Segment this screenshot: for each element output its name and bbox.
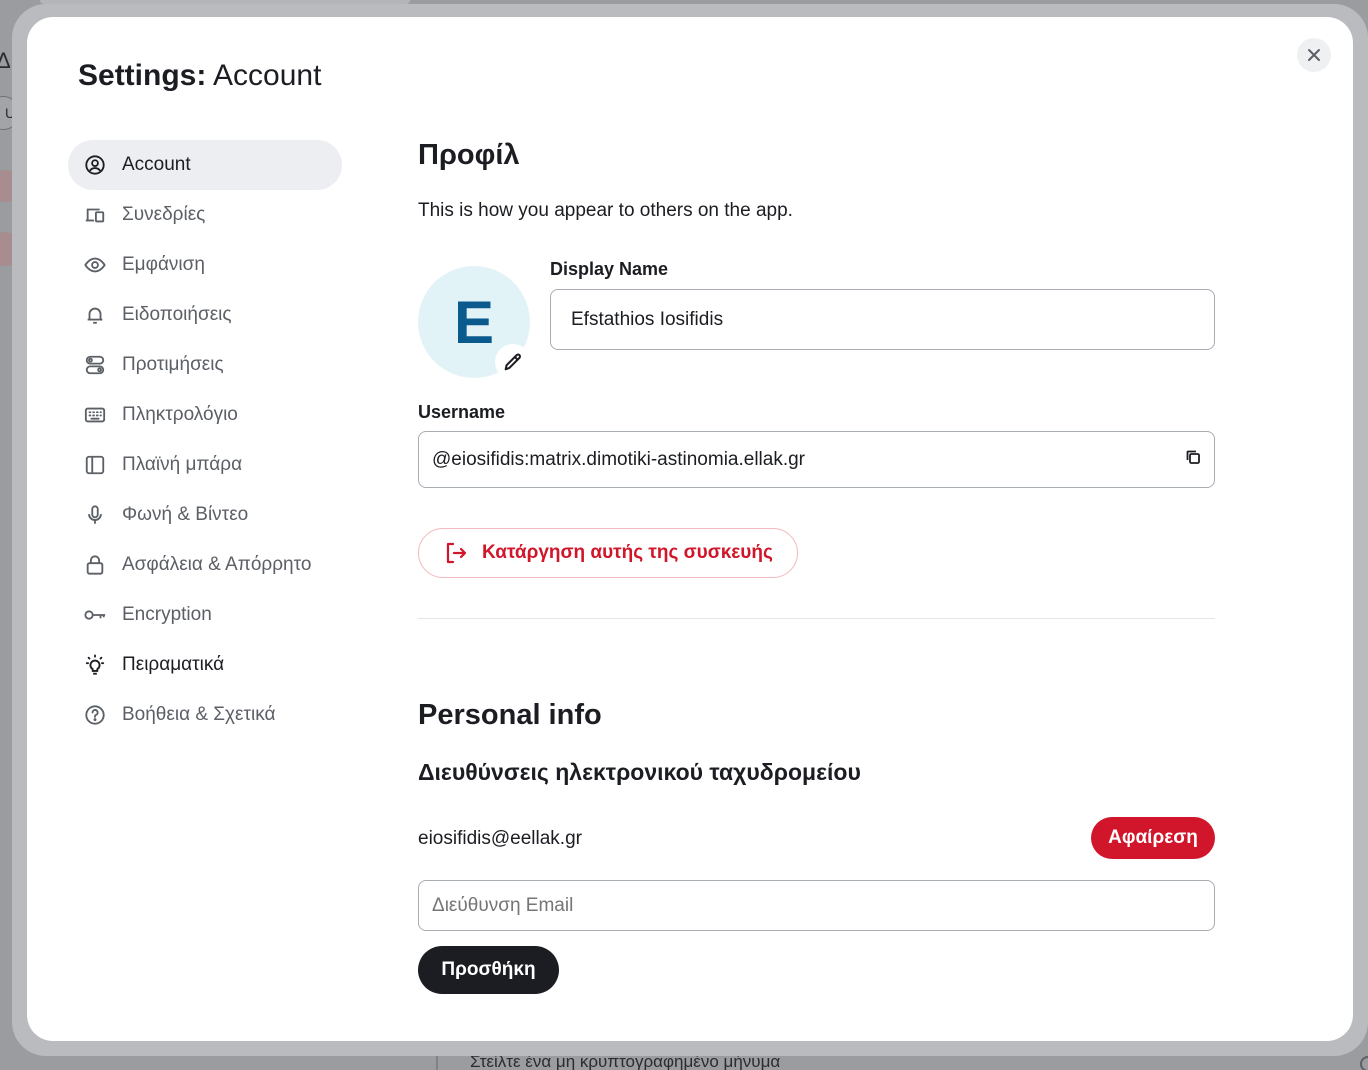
devices-icon xyxy=(83,203,107,227)
username-label: Username xyxy=(418,402,506,422)
sign-out-device-button[interactable]: Κατάργηση αυτής της συσκευής xyxy=(418,528,798,578)
lock-icon xyxy=(83,553,107,577)
sidebar-item-appearance[interactable]: Εμφάνιση xyxy=(68,240,342,290)
sidebar-item-sidebar[interactable]: Πλαϊνή μπάρα xyxy=(68,440,342,490)
sign-out-label: Κατάργηση αυτής της συσκευής xyxy=(482,542,773,563)
sidebar-item-preferences[interactable]: Προτιμήσεις xyxy=(68,340,342,390)
user-circle-icon xyxy=(83,153,107,177)
email-addresses-heading: Διευθύνσεις ηλεκτρονικού ταχυδρομείου xyxy=(418,759,861,785)
remove-email-button[interactable]: Αφαίρεση xyxy=(1091,817,1215,859)
pencil-icon xyxy=(504,353,521,371)
avatar-letter: E xyxy=(453,288,495,356)
dialog-title: Settings: Account xyxy=(78,59,321,93)
close-button[interactable] xyxy=(1297,38,1331,72)
sidebar-item-label: Προτιμήσεις xyxy=(122,354,224,375)
username-field[interactable] xyxy=(418,431,1215,488)
bell-icon xyxy=(83,303,107,327)
lightbulb-icon xyxy=(83,653,107,677)
personal-info-heading: Personal info xyxy=(418,699,602,731)
sidebar-item-label: Συνεδρίες xyxy=(122,204,206,225)
copy-icon xyxy=(1186,450,1200,464)
account-settings-content: Προφίλ This is how you appear to others … xyxy=(418,17,1218,1041)
sidebar-item-label: Πλαϊνή μπάρα xyxy=(122,454,243,475)
preferences-icon xyxy=(83,353,107,377)
sidebar-item-voice-video[interactable]: Φωνή & Βίντεο xyxy=(68,490,342,540)
eye-icon xyxy=(83,253,107,277)
sidebar-item-notifications[interactable]: Ειδοποιήσεις xyxy=(68,290,342,340)
display-name-field[interactable] xyxy=(550,289,1215,350)
profile-subtitle: This is how you appear to others on the … xyxy=(418,200,793,221)
copy-username-button[interactable] xyxy=(1182,446,1204,468)
sidebar-item-label: Πειραματικά xyxy=(122,654,225,675)
sign-out-icon xyxy=(444,541,468,565)
dialog-title-prefix: Settings: xyxy=(78,59,207,92)
sidebar-item-label: Φωνή & Βίντεο xyxy=(122,504,249,525)
settings-dialog: Settings: Account Account Συνεδρίες Εμφά… xyxy=(27,17,1353,1041)
close-icon xyxy=(1308,49,1320,61)
email-address-input[interactable] xyxy=(418,880,1215,931)
background-ring-icon xyxy=(1360,1056,1368,1070)
next-section-heading-fragment xyxy=(418,1031,738,1041)
display-name-label: Display Name xyxy=(550,259,669,279)
avatar-edit-button[interactable] xyxy=(495,344,531,380)
key-icon xyxy=(83,603,107,627)
sidebar-item-label: Βοήθεια & Σχετικά xyxy=(122,704,276,725)
help-icon xyxy=(83,703,107,727)
keyboard-icon xyxy=(83,403,107,427)
settings-sidebar: Account Συνεδρίες Εμφάνιση Ειδοποιήσεις … xyxy=(68,140,342,740)
sidebar-item-label: Εμφάνιση xyxy=(122,254,205,275)
sidebar-item-account[interactable]: Account xyxy=(68,140,342,190)
microphone-icon xyxy=(83,503,107,527)
sidebar-item-keyboard[interactable]: Πληκτρολόγιο xyxy=(68,390,342,440)
sidebar-item-label: Encryption xyxy=(122,604,212,625)
dialog-title-section: Account xyxy=(213,59,322,92)
sidebar-item-security[interactable]: Ασφάλεια & Απόρρητο xyxy=(68,540,342,590)
sidebar-item-help[interactable]: Βοήθεια & Σχετικά xyxy=(68,690,342,740)
email-address-value: eiosifidis@eellak.gr xyxy=(418,828,582,849)
sidebar-item-label: Account xyxy=(122,154,191,175)
sidebar-icon xyxy=(83,453,107,477)
section-divider xyxy=(418,618,1215,619)
sidebar-item-label: Πληκτρολόγιο xyxy=(122,404,238,425)
add-email-button[interactable]: Προσθήκη xyxy=(418,946,559,994)
sidebar-item-label: Ειδοποιήσεις xyxy=(122,304,232,325)
sidebar-item-label: Ασφάλεια & Απόρρητο xyxy=(122,554,312,575)
profile-heading: Προφίλ xyxy=(418,139,520,171)
sidebar-item-labs[interactable]: Πειραματικά xyxy=(68,640,342,690)
sidebar-item-sessions[interactable]: Συνεδρίες xyxy=(68,190,342,240)
sidebar-item-encryption[interactable]: Encryption xyxy=(68,590,342,640)
